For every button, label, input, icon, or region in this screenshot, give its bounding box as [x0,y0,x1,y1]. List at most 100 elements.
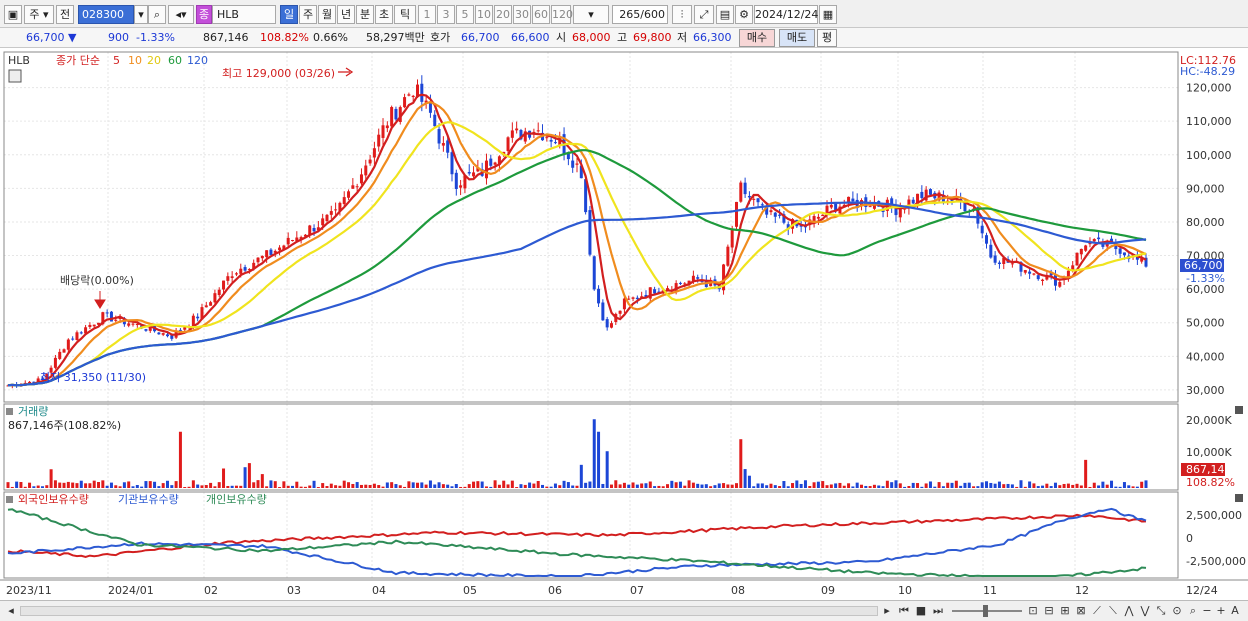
last-volume-value: 867,146 [1186,463,1232,476]
ma60-legend[interactable]: 60 [168,54,182,67]
candle-body [183,327,187,330]
interval-30[interactable]: 30 [513,5,531,24]
window-icon[interactable]: ▣ [4,5,22,24]
volume-panel-icon[interactable] [6,408,13,415]
interval-20[interactable]: 20 [494,5,512,24]
volume-bar [941,486,945,488]
save-icon[interactable]: ▤ [716,5,734,24]
volume-bar [407,481,411,488]
volume-bar [295,481,299,488]
candle-body [506,137,510,152]
volume-bar [222,468,226,488]
interval-120[interactable]: 120 [551,5,573,24]
stop-icon[interactable]: ■ [913,603,929,619]
calendar-icon[interactable]: ▦ [819,5,837,24]
panel-menu-icon[interactable] [8,69,22,83]
candle-body [553,142,557,144]
chart-type-icon[interactable]: ⫶ [672,5,692,24]
tab-minute[interactable]: 분 [356,5,374,24]
stock-code-input[interactable]: 028300 [78,5,134,24]
volume-bar [1110,480,1114,488]
current-price: 66,700 ▼ [26,30,76,46]
volume-bar [1058,485,1062,488]
turnover-rate: 0.66% [313,31,348,44]
volume-bar [45,485,49,488]
layout-icon-1[interactable]: ⊡ [1026,603,1040,619]
interval-1[interactable]: 1 [418,5,436,24]
ma10-legend[interactable]: 10 [128,54,142,67]
ma120-legend[interactable]: 120 [187,54,208,67]
forward-icon[interactable]: ⏭ [930,603,946,619]
tool-icon-1[interactable]: ⟋ [1090,603,1104,619]
tab-month[interactable]: 월 [318,5,336,24]
holdings-panel-close-icon[interactable] [1235,494,1243,502]
period-unit-select[interactable]: 주 ▾ [24,5,54,24]
tool-icon-4[interactable]: ⋁ [1138,603,1152,619]
draw-tool-icon[interactable]: ⤢ [694,5,714,24]
stock-name-field[interactable]: HLB [212,5,276,24]
layout-icon-2[interactable]: ⊟ [1042,603,1056,619]
volume-bar [161,483,165,488]
date-input[interactable]: 2024/12/24 [754,5,818,24]
symbol-label: HLB [8,54,30,67]
font-size-icon[interactable]: A [1228,603,1242,619]
interval-3[interactable]: 3 [437,5,455,24]
tool-icon-3[interactable]: ⋀ [1122,603,1136,619]
layout-icon-4[interactable]: ⊠ [1074,603,1088,619]
candle-body [256,257,260,263]
search-icon[interactable]: ⌕ [148,5,166,24]
tab-week[interactable]: 주 [299,5,317,24]
tool-icon-2[interactable]: ⟍ [1106,603,1120,619]
zoom-out-icon[interactable]: − [1200,603,1214,619]
ask-price: 66,700 [461,31,500,44]
volume-bar [101,480,105,488]
candle-body [609,323,613,328]
sell-button[interactable]: 매도 [779,29,815,47]
stock-code-dropdown[interactable]: ▾ [134,5,148,24]
prev-button[interactable]: 전 [56,5,74,24]
interval-custom-select[interactable]: ▾ [573,5,609,24]
foreign-holdings-legend[interactable]: 외국인보유수량 [18,493,89,506]
zoom-slider-handle[interactable] [983,605,988,617]
volume-bar [894,480,898,488]
individual-holdings-legend[interactable]: 개인보유수량 [206,493,267,506]
volume-bar [920,486,924,488]
buy-button[interactable]: 매수 [739,29,775,47]
tab-day[interactable]: 일 [280,5,298,24]
zoom-in-icon[interactable]: + [1214,603,1228,619]
count-display[interactable]: 265/600 [612,5,668,24]
holdings-panel-icon[interactable] [6,496,13,503]
rewind-icon[interactable]: ⏮ [896,603,912,619]
average-button[interactable]: 평 [817,29,837,47]
candle-body [385,125,389,129]
zoom-icon[interactable]: ⌕ [1186,603,1200,619]
volume-panel-close-icon[interactable] [1235,406,1243,414]
candle-body [334,209,338,211]
volume-bar [860,484,863,488]
layout-icon-3[interactable]: ⊞ [1058,603,1072,619]
volume-bar [907,486,911,488]
ma20-legend[interactable]: 20 [147,54,161,67]
interval-10[interactable]: 10 [475,5,493,24]
volume-bar [1105,484,1109,488]
volume-bar [398,485,402,488]
tab-tick[interactable]: 틱 [394,5,416,24]
settings-icon[interactable]: ⚙ [735,5,753,24]
tab-year[interactable]: 년 [337,5,355,24]
stock-chart[interactable]: HLB 종가 단순 5 10 20 60 120 LC:112.76 HC:-4… [0,48,1248,600]
scroll-right-icon[interactable]: ▸ [880,603,894,619]
interval-60[interactable]: 60 [532,5,550,24]
tool-icon-5[interactable]: ⤡ [1154,603,1168,619]
ma5-legend[interactable]: 5 [113,54,120,67]
horizontal-scrollbar[interactable] [20,606,878,616]
interval-5[interactable]: 5 [456,5,474,24]
volume-bar [666,484,670,488]
top-toolbar: ▣ 주 ▾ 전 028300 ▾ ⌕ ◂▾ 종 HLB 일 주 월 년 분 초 … [0,0,1248,28]
volume-bar [760,483,764,488]
candle-body [730,229,734,248]
tool-icon-6[interactable]: ⊙ [1170,603,1184,619]
tab-second[interactable]: 초 [375,5,393,24]
scroll-left-icon[interactable]: ◂ [4,603,18,619]
volume-icon[interactable]: ◂▾ [168,5,194,24]
institution-holdings-legend[interactable]: 기관보유수량 [118,493,179,506]
